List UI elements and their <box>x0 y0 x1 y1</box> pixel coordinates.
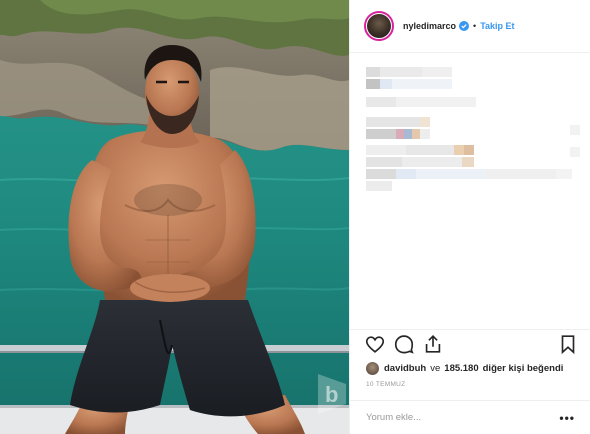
pixelated-caption <box>350 53 590 329</box>
avatar[interactable] <box>364 11 394 41</box>
more-options-icon[interactable]: ••• <box>559 411 575 425</box>
username-link[interactable]: nyledimarco <box>403 21 456 31</box>
heart-icon[interactable] <box>364 333 386 355</box>
comment-input[interactable] <box>366 412 560 423</box>
verified-badge-icon <box>459 21 470 31</box>
post-photo[interactable] <box>0 0 349 434</box>
post-date: 10 TEMMUZ <box>366 381 406 388</box>
post-header: nyledimarco • Takip Et <box>350 0 590 52</box>
likes-summary: davidbuh ve 185.180 diğer kişi beğendi <box>366 360 563 376</box>
share-icon[interactable] <box>422 333 444 355</box>
comment-icon[interactable] <box>393 333 415 355</box>
likes-rest[interactable]: diğer kişi beğendi <box>483 363 564 374</box>
likes-conjunction: ve <box>430 362 441 374</box>
bookmark-icon[interactable] <box>557 333 579 355</box>
separator-dot: • <box>473 21 477 31</box>
actions-divider <box>350 329 590 330</box>
liker-username[interactable]: davidbuh <box>384 363 426 374</box>
follow-button[interactable]: Takip Et <box>480 21 514 31</box>
pixelated-comments <box>366 67 580 191</box>
svg-text:b: b <box>325 382 338 407</box>
liker-avatar[interactable] <box>366 361 379 375</box>
post-image <box>0 0 349 434</box>
comment-bar: ••• <box>350 401 590 434</box>
likes-count[interactable]: 185.180 <box>444 363 478 374</box>
post-side-panel: nyledimarco • Takip Et davidbuh ve 185.1… <box>349 0 590 434</box>
action-bar <box>350 333 590 357</box>
